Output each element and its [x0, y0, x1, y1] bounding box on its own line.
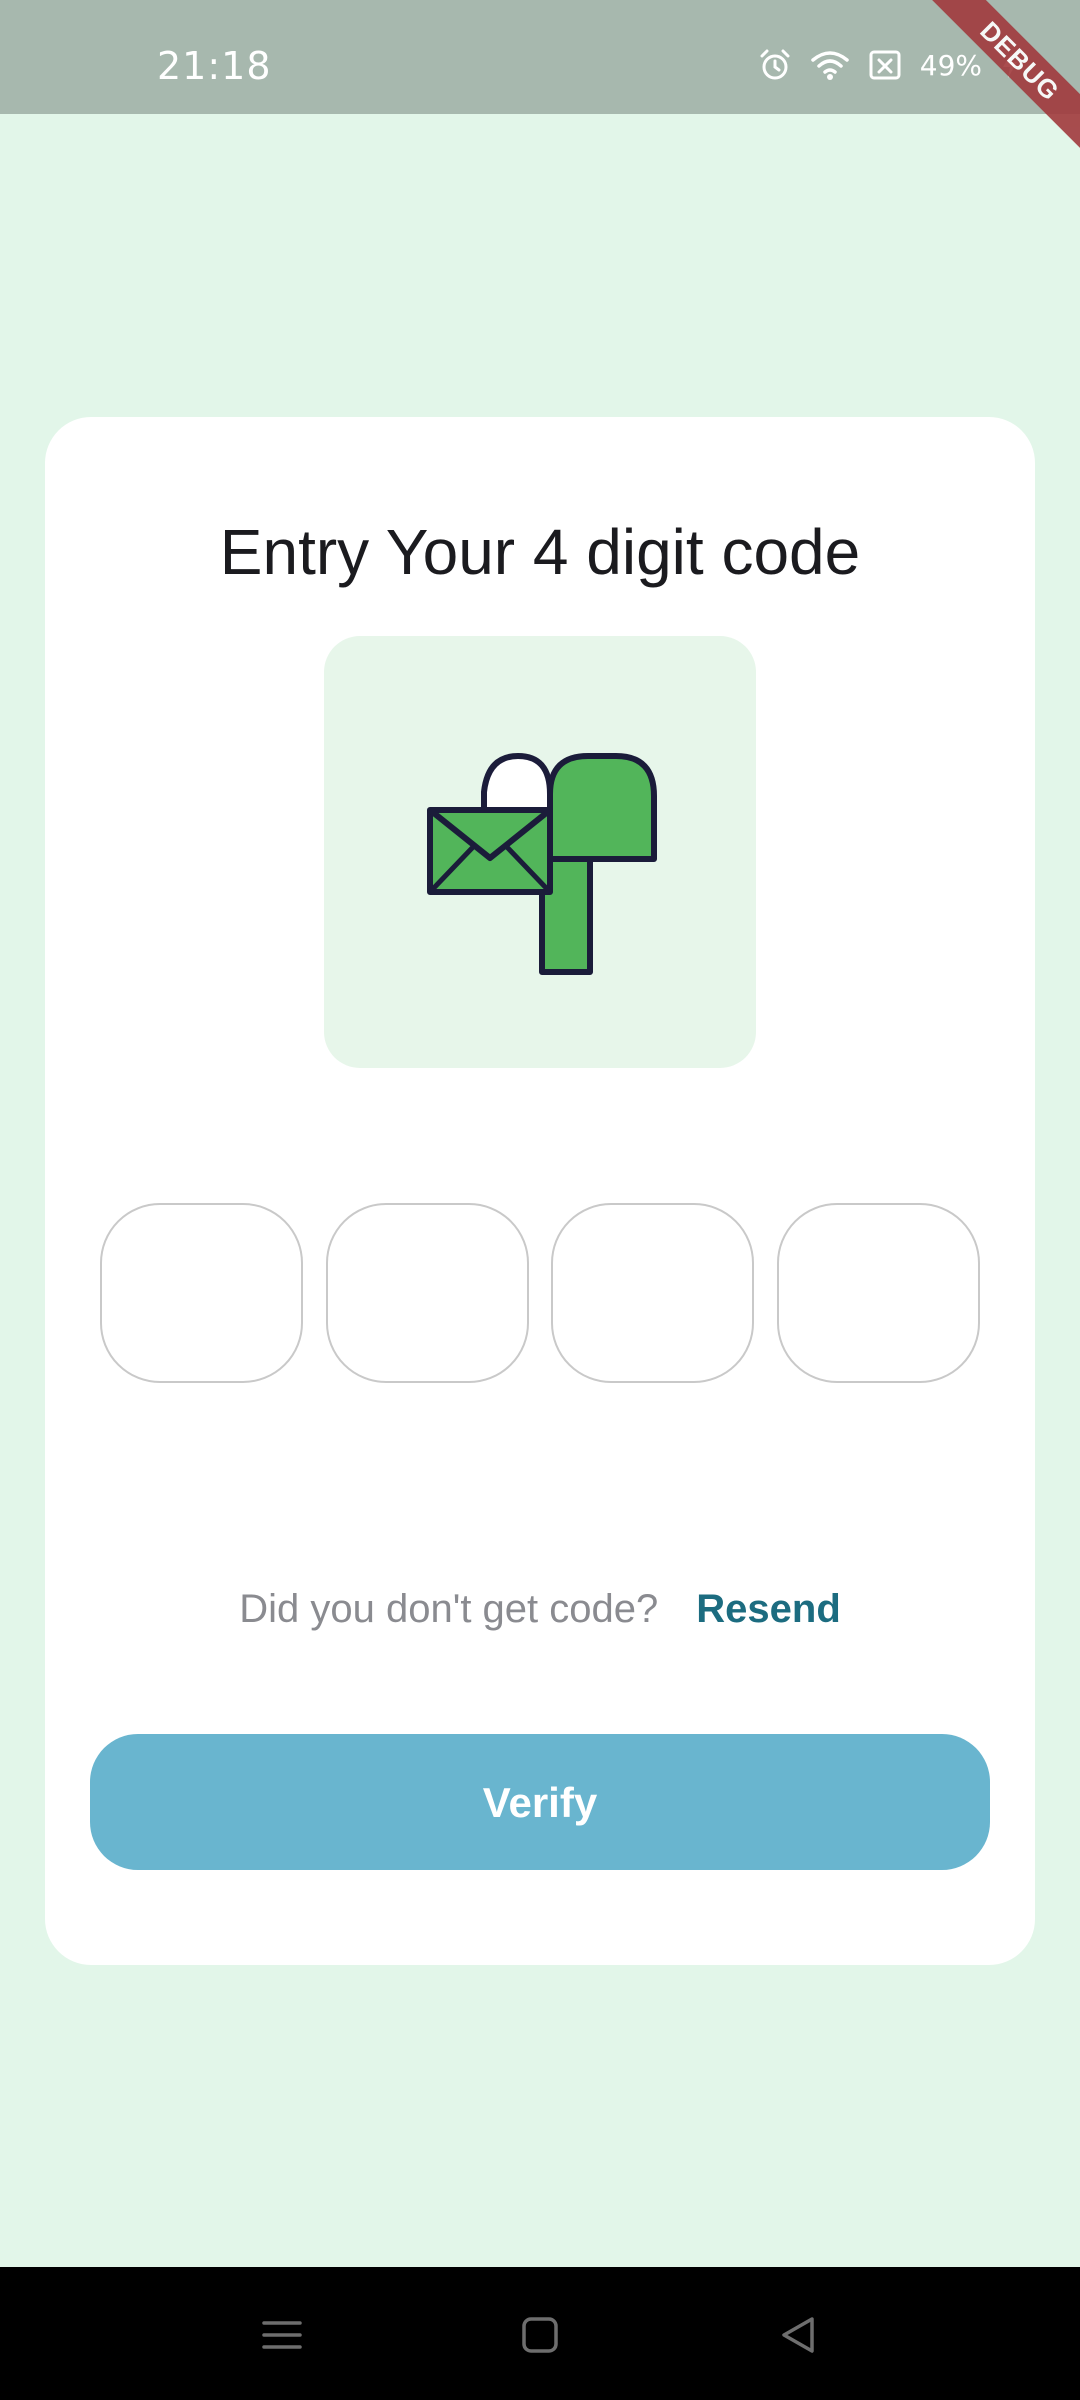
status-icons: 49%: [758, 48, 1020, 82]
back-icon[interactable]: [770, 2307, 826, 2363]
illustration-tile: [324, 636, 756, 1068]
code-input-row: [100, 1203, 980, 1383]
resend-link[interactable]: Resend: [696, 1587, 841, 1631]
resend-row: Did you don't get code? Resend: [45, 1587, 1035, 1632]
verification-card: Entry Your 4 digit code Did you don't ge…: [45, 417, 1035, 1965]
battery-charging-icon: [1000, 50, 1020, 80]
code-digit-1[interactable]: [100, 1203, 303, 1383]
code-digit-2[interactable]: [325, 1203, 529, 1383]
battery-level: 49%: [919, 48, 982, 82]
verify-button[interactable]: Verify: [90, 1734, 990, 1870]
status-time: 21:18: [157, 44, 272, 88]
home-icon[interactable]: [512, 2307, 568, 2363]
resend-question: Did you don't get code?: [239, 1587, 659, 1631]
wifi-icon: [810, 48, 850, 82]
alarm-icon: [758, 48, 792, 82]
page-title: Entry Your 4 digit code: [219, 516, 861, 588]
menu-icon[interactable]: [254, 2307, 310, 2363]
code-digit-4[interactable]: [776, 1203, 980, 1383]
mailbox-with-envelope-icon: [427, 753, 657, 975]
status-bar: 21:18 49%: [0, 0, 1080, 114]
sim-icon: [868, 48, 902, 82]
code-digit-3[interactable]: [551, 1203, 755, 1383]
system-nav-bar: [0, 2267, 1080, 2400]
